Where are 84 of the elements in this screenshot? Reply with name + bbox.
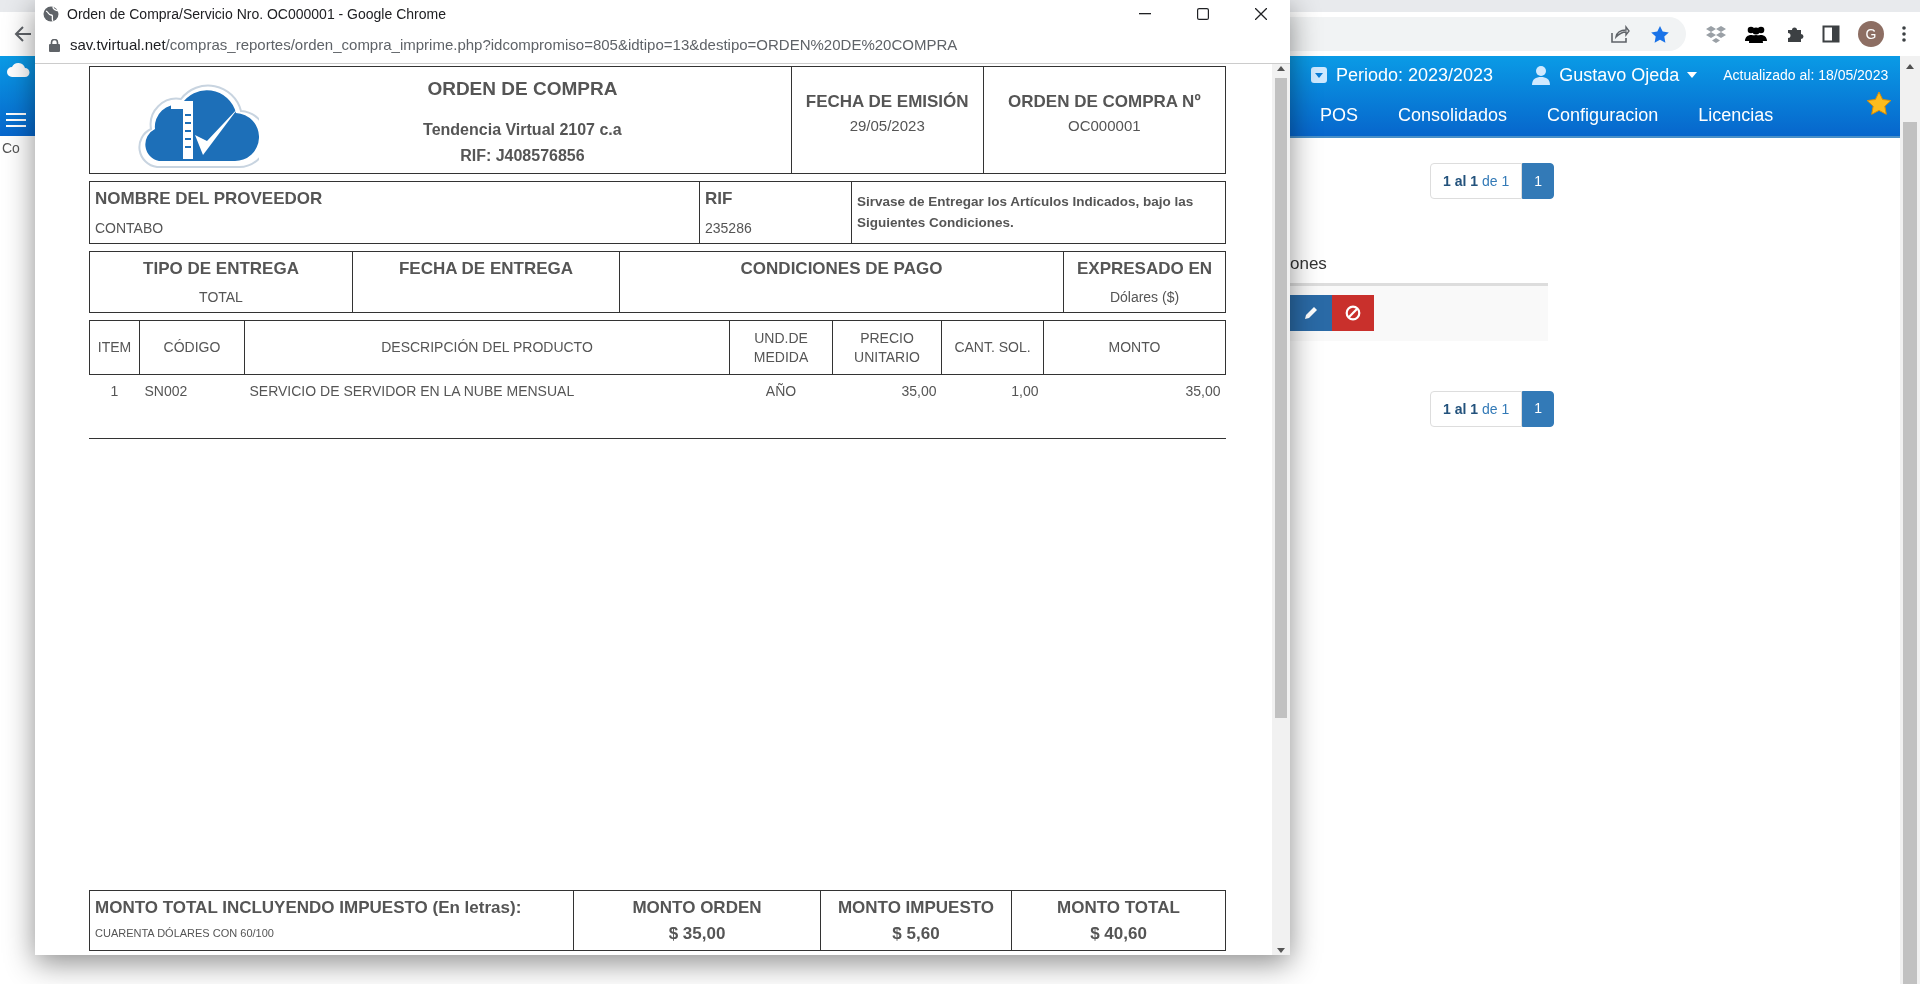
caret-icon	[1687, 72, 1698, 78]
table-cell: 35,00	[1043, 374, 1226, 408]
page-scrollbar[interactable]	[1900, 56, 1920, 984]
scrollbar[interactable]	[1272, 64, 1290, 955]
people-icon[interactable]	[1744, 25, 1768, 43]
user-icon	[1531, 65, 1552, 85]
user-menu[interactable]: Gustavo Ojeda	[1559, 61, 1698, 89]
table-header: PRECIO UNITARIO	[832, 320, 942, 375]
field-label: FECHA DE ENTREGA	[397, 257, 575, 280]
table-cell: SN002	[139, 374, 245, 408]
table-cell: 1	[89, 374, 140, 408]
table-header: MONTO	[1043, 320, 1226, 375]
table-cell: 35,00	[832, 374, 942, 408]
amount-value: $ 40,60	[1089, 922, 1148, 945]
stacked-diamonds-icon[interactable]	[1706, 25, 1726, 43]
field-label: CONDICIONES DE PAGO	[739, 257, 944, 280]
period-label: Periodo: 2023/2023	[1336, 63, 1494, 87]
table-header: UND.DE MEDIDA	[729, 320, 833, 375]
field-label: NOMBRE DEL PROVEEDOR	[95, 188, 324, 210]
field-value: 29/05/2023	[848, 115, 926, 136]
profile-avatar[interactable]: G	[1858, 21, 1884, 47]
amount-value: $ 5,60	[891, 922, 941, 945]
instructions-text: Sirvase de Entregar los Artículos Indicados, bajo las Siguientes Condiciones.	[857, 193, 1195, 232]
field-value: OC000001	[1067, 115, 1142, 136]
field-label: FECHA DE EMISIÓN	[804, 91, 970, 113]
scroll-down-arrow-icon[interactable]	[1276, 947, 1286, 955]
section-heading: ones	[1290, 253, 1328, 275]
table-cell: 1,00	[941, 374, 1044, 408]
menu-item[interactable]: Configuracion	[1547, 101, 1659, 129]
field-label: MONTO TOTAL	[1056, 897, 1181, 919]
menu-icon[interactable]	[6, 112, 26, 128]
window-title: Orden de Compra/Servicio Nro. OC000001 - Google Chrome	[67, 4, 446, 24]
cloud-icon	[6, 60, 30, 78]
share-icon[interactable]	[1610, 25, 1630, 43]
field-label: MONTO TOTAL INCLUYENDO IMPUESTO (En letras):	[95, 897, 523, 919]
kebab-menu-icon[interactable]	[1902, 26, 1906, 42]
menu-item[interactable]: Consolidados	[1398, 101, 1508, 129]
table-header: ITEM	[89, 320, 140, 375]
field-value: TOTAL	[198, 288, 244, 307]
company-name: Tendencia Virtual 2107 c.a	[422, 119, 623, 140]
minimize-icon	[1139, 13, 1151, 15]
page-link[interactable]: 1	[1522, 390, 1555, 427]
ban-icon	[1345, 304, 1361, 321]
cancel-button[interactable]	[1332, 294, 1374, 331]
calendar-dropdown-icon	[1310, 66, 1328, 84]
field-label: TIPO DE ENTREGA	[142, 257, 300, 280]
field-label: MONTO IMPUESTO	[836, 897, 996, 919]
field-label: RIF	[705, 188, 734, 210]
breadcrumb-fragment: Co	[1, 140, 20, 156]
document-title: ORDEN DE COMPRA	[426, 77, 619, 101]
company-rif: RIF: J408576856	[459, 145, 586, 166]
back-arrow-icon[interactable]	[14, 26, 32, 42]
table-header: CANT. SOL.	[941, 320, 1044, 375]
table-cell: SERVICIO DE SERVIDOR EN LA NUBE MENSUAL	[244, 374, 730, 408]
page-link[interactable]: 1	[1522, 163, 1555, 199]
lock-icon	[49, 39, 60, 52]
scroll-up-arrow-icon[interactable]	[1276, 64, 1286, 72]
field-value: 235286	[705, 218, 753, 238]
updated-date: Actualizado al: 18/05/2023	[1723, 65, 1889, 85]
table-header: CÓDIGO	[139, 320, 245, 375]
favorite-star-icon[interactable]	[1866, 91, 1892, 116]
field-label: MONTO ORDEN	[631, 897, 763, 919]
globe-icon	[43, 6, 59, 22]
field-label: ORDEN DE COMPRA Nº	[1007, 91, 1202, 113]
bookmark-star-icon[interactable]	[1650, 24, 1670, 44]
edit-button[interactable]	[1290, 294, 1332, 331]
puzzle-icon[interactable]	[1786, 25, 1804, 43]
pencil-icon	[1304, 305, 1318, 320]
field-label: EXPRESADO EN	[1075, 257, 1214, 280]
scroll-up-arrow-icon[interactable]	[1905, 62, 1915, 70]
amount-in-words: CUARENTA DÓLARES CON 60/100	[95, 925, 275, 941]
url-text: sav.tvirtual.net/compras_reportes/orden_compra_imprime.php?idcompromiso=805&idtipo=13&destipo=ORDEN%20DE%20COMPRA	[70, 35, 958, 56]
side-panel-icon[interactable]	[1822, 25, 1840, 43]
field-value: Dólares ($)	[1108, 288, 1181, 307]
table-header: DESCRIPCIÓN DEL PRODUCTO	[244, 320, 730, 375]
maximize-icon	[1197, 8, 1209, 20]
table-cell: AÑO	[729, 374, 833, 408]
pagination-summary: 1 al 1 de 1	[1430, 163, 1523, 199]
menu-item[interactable]: POS	[1320, 101, 1358, 129]
amount-value: $ 35,00	[667, 922, 727, 945]
menu-item[interactable]: Licencias	[1698, 101, 1774, 129]
close-icon	[1255, 8, 1267, 20]
pagination-summary: 1 al 1 de 1	[1430, 390, 1523, 427]
field-value: CONTABO	[95, 218, 165, 238]
